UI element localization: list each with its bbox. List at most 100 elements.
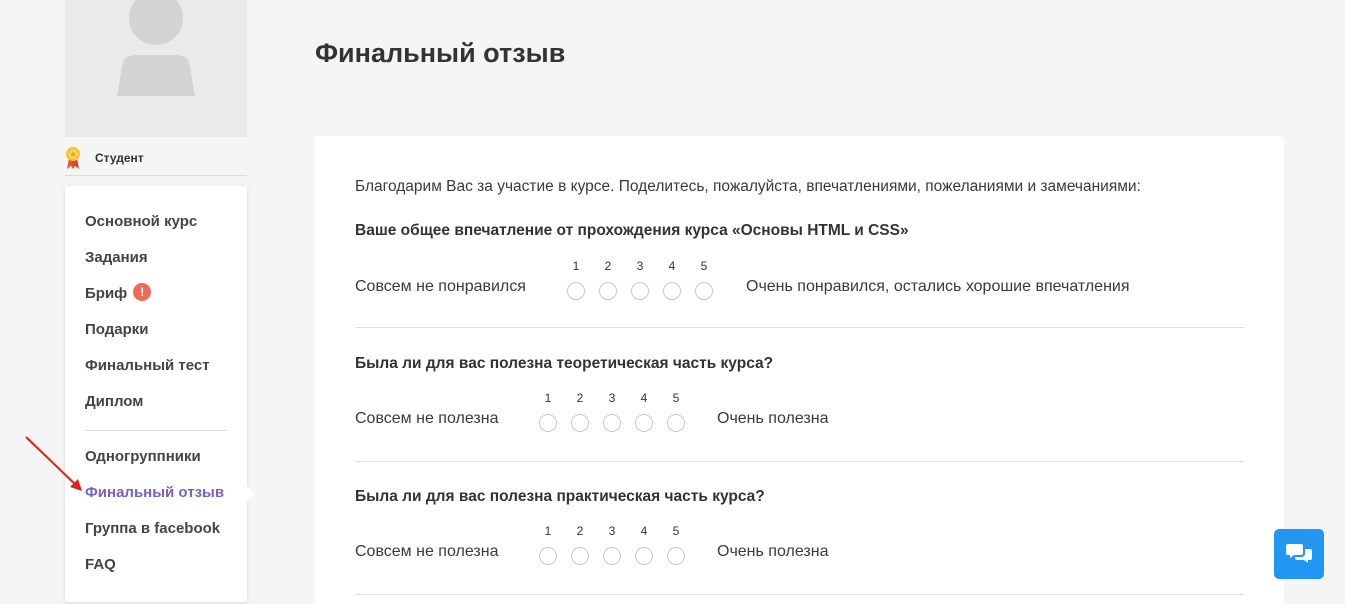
question-3: Была ли для вас полезна практическая час…: [355, 488, 1244, 595]
sidebar-item-facebook-group[interactable]: Группа в facebook: [85, 520, 220, 537]
radio-button[interactable]: [667, 414, 685, 432]
sidebar-item-main-course[interactable]: Основной курс: [85, 213, 197, 230]
rating-options: 1 2 3 4 5: [532, 392, 692, 432]
rating-scale: Совсем не полезна 1 2 3 4 5 Очень полезн…: [355, 525, 1244, 565]
rating-option-2[interactable]: 2: [592, 260, 624, 300]
rating-option-4[interactable]: 4: [628, 392, 660, 432]
question-title: Была ли для вас полезна теоретическая ча…: [355, 355, 774, 372]
rating-number: 5: [672, 391, 680, 405]
scale-high-label: Очень полезна: [717, 543, 829, 560]
radio-button[interactable]: [663, 282, 681, 300]
sidebar-item-label: FAQ: [85, 556, 116, 573]
rating-options: 1 2 3 4 5: [532, 525, 692, 565]
rating-option-4[interactable]: 4: [628, 525, 660, 565]
avatar: [65, 0, 247, 137]
sidebar-item-final-test[interactable]: Финальный тест: [85, 357, 210, 374]
sidebar-item-label: Группа в facebook: [85, 520, 221, 537]
sidebar-item-tasks[interactable]: Задания: [85, 249, 148, 266]
sidebar-item-faq[interactable]: FAQ: [85, 556, 116, 573]
rating-number: 4: [640, 524, 648, 538]
red-arrow-icon: [25, 436, 82, 491]
sidebar-item-gifts[interactable]: Подарки: [85, 321, 149, 338]
rating-option-2[interactable]: 2: [564, 525, 596, 565]
sidebar-item-diploma[interactable]: Диплом: [85, 393, 143, 410]
radio-button[interactable]: [635, 547, 653, 565]
rating-scale: Совсем не понравился 1 2 3 4 5 Очень пон…: [355, 260, 1244, 300]
sidebar-nav: Основной курс Задания Бриф! Подарки Фина…: [65, 186, 255, 602]
active-item-pointer: [247, 486, 255, 502]
sidebar-item-label: Основной курс: [85, 213, 198, 230]
radio-button[interactable]: [539, 414, 557, 432]
rating-option-1[interactable]: 1: [532, 392, 564, 432]
question-divider: [355, 461, 1244, 462]
sidebar-item-label: Финальный отзыв: [85, 484, 225, 501]
alert-badge: !: [133, 283, 152, 302]
radio-button[interactable]: [567, 282, 585, 300]
rating-number: 2: [576, 524, 584, 538]
rating-option-2[interactable]: 2: [564, 392, 596, 432]
radio-button[interactable]: [571, 547, 589, 565]
role-label: Студент: [95, 150, 144, 165]
rating-number: 1: [572, 259, 580, 273]
survey-card: Благодарим Вас за участие в курсе. Подел…: [315, 136, 1284, 604]
radio-button[interactable]: [571, 414, 589, 432]
rating-number: 1: [544, 524, 552, 538]
rating-number: 5: [672, 524, 680, 538]
rating-number: 2: [604, 259, 612, 273]
intro-text: Благодарим Вас за участие в курсе. Подел…: [355, 178, 1141, 195]
sidebar-item-label: Бриф: [85, 285, 128, 302]
rating-option-3[interactable]: 3: [596, 392, 628, 432]
radio-button[interactable]: [667, 547, 685, 565]
user-placeholder-icon: [117, 0, 195, 96]
question-1: Ваше общее впечатление от прохождения ку…: [355, 222, 1244, 328]
rating-option-4[interactable]: 4: [656, 260, 688, 300]
scale-low-label: Совсем не понравился: [355, 278, 526, 295]
rating-option-3[interactable]: 3: [624, 260, 656, 300]
user-role: Студент: [65, 140, 247, 176]
rating-number: 3: [636, 259, 644, 273]
medal-icon: [66, 146, 80, 169]
sidebar-item-label: Подарки: [85, 321, 149, 338]
radio-button[interactable]: [631, 282, 649, 300]
question-divider: [355, 594, 1244, 595]
scale-low-label: Совсем не полезна: [355, 543, 499, 560]
rating-option-5[interactable]: 5: [688, 260, 720, 300]
question-2: Была ли для вас полезна теоретическая ча…: [355, 355, 1244, 462]
rating-option-3[interactable]: 3: [596, 525, 628, 565]
sidebar-divider: [85, 430, 227, 431]
scale-high-label: Очень понравился, остались хорошие впеча…: [746, 278, 1130, 295]
radio-button[interactable]: [603, 414, 621, 432]
sidebar-item-label: Задания: [85, 249, 148, 266]
rating-number: 4: [640, 391, 648, 405]
rating-number: 1: [544, 391, 552, 405]
page-title: Финальный отзыв: [315, 38, 566, 68]
rating-option-5[interactable]: 5: [660, 392, 692, 432]
question-title: Ваше общее впечатление от прохождения ку…: [355, 222, 909, 239]
sidebar-item-label: Одногруппники: [85, 448, 201, 465]
sidebar-item-label: Финальный тест: [85, 357, 210, 374]
radio-button[interactable]: [599, 282, 617, 300]
rating-scale: Совсем не полезна 1 2 3 4 5 Очень полезн…: [355, 392, 1244, 432]
sidebar-item-label: Диплом: [85, 393, 144, 410]
rating-option-1[interactable]: 1: [532, 525, 564, 565]
chat-bubbles-icon: [1286, 544, 1312, 563]
radio-button[interactable]: [539, 547, 557, 565]
radio-button[interactable]: [635, 414, 653, 432]
question-title: Была ли для вас полезна практическая час…: [355, 488, 765, 505]
radio-button[interactable]: [603, 547, 621, 565]
chat-button[interactable]: [1274, 529, 1324, 579]
rating-number: 2: [576, 391, 584, 405]
rating-number: 3: [608, 391, 616, 405]
question-divider: [355, 327, 1244, 328]
rating-option-5[interactable]: 5: [660, 525, 692, 565]
radio-button[interactable]: [695, 282, 713, 300]
scale-high-label: Очень полезна: [717, 410, 829, 427]
sidebar-item-final-review[interactable]: Финальный отзыв: [85, 484, 224, 501]
rating-number: 4: [668, 259, 676, 273]
sidebar-item-brief[interactable]: Бриф!: [85, 283, 152, 303]
rating-options: 1 2 3 4 5: [560, 260, 720, 300]
sidebar-item-classmates[interactable]: Одногруппники: [85, 448, 201, 465]
rating-number: 5: [700, 259, 708, 273]
rating-option-1[interactable]: 1: [560, 260, 592, 300]
scale-low-label: Совсем не полезна: [355, 410, 499, 427]
